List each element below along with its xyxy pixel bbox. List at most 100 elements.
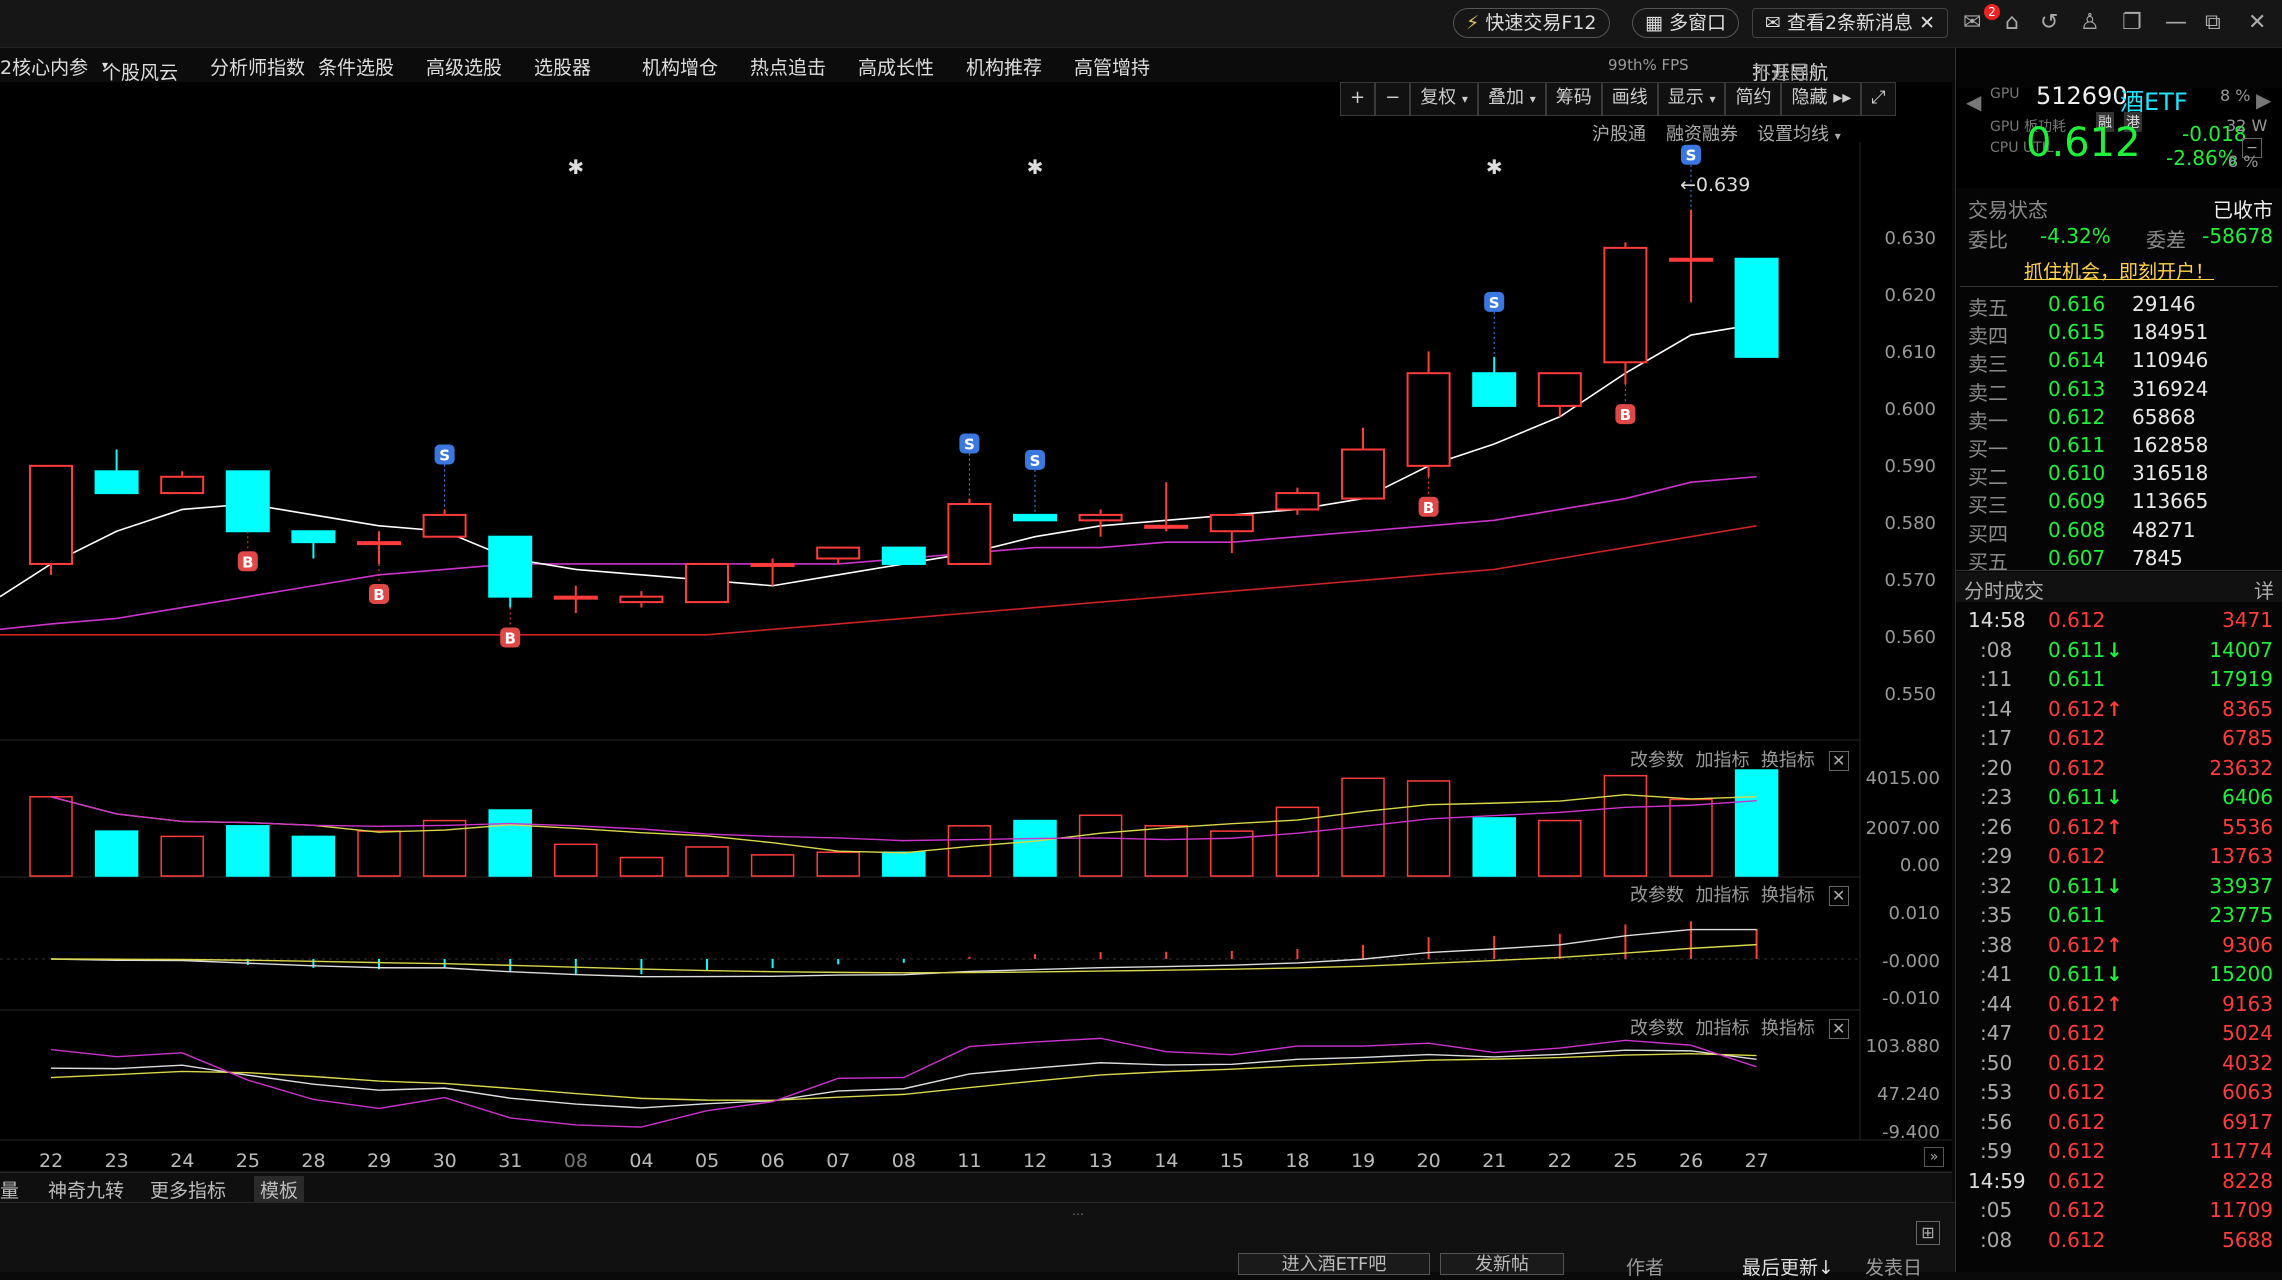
tick-volume: 9306 xyxy=(2222,932,2273,957)
edit-params-button[interactable]: 改参数 xyxy=(1630,750,1684,771)
messages-button[interactable]: ✉ 查看2条新消息 ✕ xyxy=(1752,8,1949,38)
ask-row[interactable]: 卖一 0.612 65868 xyxy=(1968,405,2273,434)
last-update-column-header[interactable]: 最后更新↓ xyxy=(1742,1253,1834,1280)
add-indicator-button[interactable]: 加指标 xyxy=(1695,750,1749,771)
candle-body xyxy=(1078,513,1123,522)
price-axis-label: 0.550 xyxy=(1884,684,1936,705)
home-icon[interactable]: ⌂ xyxy=(2005,10,2019,36)
add-indicator-button[interactable]: 加指标 xyxy=(1695,1018,1749,1039)
kdj-axis-label: 47.240 xyxy=(1877,1084,1940,1105)
add-indicator-button[interactable]: 加指标 xyxy=(1695,885,1749,906)
date-tick-label: 26 xyxy=(1679,1150,1704,1172)
tick-volume: 11774 xyxy=(2209,1139,2273,1163)
tab-template[interactable]: 模板 xyxy=(254,1176,305,1203)
candle-body xyxy=(291,530,336,544)
chart-area[interactable]: + − 复权 ▾ 叠加 ▾ 筹码 画线 显示 ▾ 简约 隐藏 ▸▸ ⤢ 沪股通 … xyxy=(0,82,1952,1172)
multi-window-button[interactable]: ▦ 多窗口 xyxy=(1632,8,1740,38)
volume-bar xyxy=(357,830,401,877)
tick-arrow-icon: ↓ xyxy=(2106,873,2123,898)
bid-row[interactable]: 买二 0.610 316518 xyxy=(1968,461,2273,490)
open-account-promo-link[interactable]: 抓住机会，即刻开户！ xyxy=(1956,257,2282,284)
ticks-detail-button[interactable]: 详 xyxy=(2254,575,2274,604)
book-price: 0.615 xyxy=(2048,320,2106,345)
candle-body xyxy=(160,475,205,495)
date-tick-label: 30 xyxy=(432,1150,457,1172)
close-icon[interactable]: ✕ xyxy=(1919,12,1935,34)
bid-row[interactable]: 买一 0.611 162858 xyxy=(1968,433,2273,462)
tab-volume[interactable]: 量 xyxy=(0,1176,19,1203)
shirt-icon[interactable]: ♙ xyxy=(2080,10,2100,36)
menu-item[interactable]: 分析师指数 xyxy=(210,53,305,80)
tick-price: 0.612 xyxy=(2048,991,2106,1016)
menu-item[interactable]: 热点追击 xyxy=(750,53,826,80)
close-panel-icon[interactable]: ✕ xyxy=(1828,886,1849,906)
close-panel-icon[interactable]: ✕ xyxy=(1828,751,1849,771)
bid-row[interactable]: 买四 0.608 48271 xyxy=(1968,518,2273,547)
ma5-line xyxy=(0,323,1757,598)
swap-indicator-button[interactable]: 换指标 xyxy=(1761,885,1815,906)
gpu-power-value: 32 W xyxy=(2226,116,2268,135)
ask-row[interactable]: 卖四 0.615 184951 xyxy=(1968,320,2273,349)
scroll-right-icon[interactable]: » xyxy=(1924,1147,1944,1167)
candle-body xyxy=(947,503,992,565)
book-level-label: 卖一 xyxy=(1968,408,2008,433)
expand-icon[interactable]: ⊞ xyxy=(1916,1221,1940,1245)
book-price: 0.613 xyxy=(2048,376,2106,401)
edit-params-button[interactable]: 改参数 xyxy=(1630,885,1684,906)
tick-arrow-icon: ↑ xyxy=(2106,932,2123,957)
tick-volume: 4032 xyxy=(2222,1050,2273,1075)
menu-item[interactable]: 2核心内参 xyxy=(0,53,88,80)
resize-handle-icon[interactable]: ⋯ xyxy=(1072,1207,1084,1221)
grid-icon: ▦ xyxy=(1645,12,1663,34)
tick-time: :08 xyxy=(1980,1227,2013,1252)
bid-row[interactable]: 买三 0.609 113665 xyxy=(1968,489,2273,518)
date-tick-label: 27 xyxy=(1744,1150,1769,1172)
post-date-column-header[interactable]: 发表日 xyxy=(1865,1253,1922,1280)
star-marker-icon: ✱ xyxy=(567,155,584,179)
close-panel-icon[interactable]: ✕ xyxy=(1828,1019,1849,1039)
tick-row: 14:59 0.612 8228 xyxy=(1968,1169,2273,1198)
author-column-header[interactable]: 作者 xyxy=(1626,1253,1664,1280)
menu-item[interactable]: 高管增持 xyxy=(1074,53,1150,80)
book-level-label: 卖四 xyxy=(1968,324,2008,349)
menu-item[interactable]: 选股器 xyxy=(534,53,591,80)
book-price: 0.611 xyxy=(2048,433,2106,457)
menu-item[interactable]: 机构推荐 xyxy=(966,53,1042,80)
undo-icon[interactable]: ↺ xyxy=(2040,10,2058,36)
ask-row[interactable]: 卖三 0.614 110946 xyxy=(1968,348,2273,377)
next-stock-icon[interactable]: ▶ xyxy=(2256,88,2271,112)
menu-item[interactable]: 机构增仓 xyxy=(642,53,718,80)
volume-axis-label: 2007.00 xyxy=(1865,818,1940,839)
trade-status-value: 已收市 xyxy=(2213,198,2273,222)
swap-indicator-button[interactable]: 换指标 xyxy=(1761,750,1815,771)
menu-item[interactable]: 高成长性 xyxy=(858,53,934,80)
minimize-icon[interactable]: — xyxy=(2165,10,2187,36)
swap-indicator-button[interactable]: 换指标 xyxy=(1761,1018,1815,1039)
tick-price: 0.612 xyxy=(2048,1198,2106,1222)
window-icon[interactable]: ❐ xyxy=(2122,10,2142,36)
tab-magic-nine[interactable]: 神奇九转 xyxy=(48,1176,124,1203)
close-window-icon[interactable]: ✕ xyxy=(2248,10,2266,36)
book-price: 0.608 xyxy=(2048,517,2106,542)
tick-row: :20 0.612 23632 xyxy=(1968,756,2273,785)
ask-row[interactable]: 卖五 0.616 29146 xyxy=(1968,292,2273,321)
tick-price: 0.611 xyxy=(2048,785,2106,809)
restore-icon[interactable]: ⧉ xyxy=(2205,10,2221,36)
menu-item[interactable]: 条件选股 xyxy=(318,53,394,80)
volume-bar xyxy=(554,843,598,877)
ask-row[interactable]: 卖二 0.613 316924 xyxy=(1968,377,2273,406)
edit-params-button[interactable]: 改参数 xyxy=(1630,1018,1684,1039)
quick-trade-button[interactable]: ⚡ 快速交易F12 xyxy=(1453,8,1610,38)
book-level-label: 买四 xyxy=(1968,521,2008,546)
tab-more-indicators[interactable]: 更多指标 xyxy=(150,1176,226,1203)
sell-signal-letter: S xyxy=(439,446,450,464)
book-level-label: 买二 xyxy=(1968,465,2008,490)
quote-header: ◀ GPU 512690 酒ETF 8 % ▶ 融 港 GPU 板功耗 CPU … xyxy=(1956,82,2282,188)
mail-icon[interactable]: ✉ xyxy=(1963,10,1981,36)
kline-chart[interactable]: B B B B B S S S S S ✱ ✱ ✱ ←0.639 xyxy=(0,82,1952,1172)
prev-stock-icon[interactable]: ◀ xyxy=(1966,90,1981,114)
tick-price: 0.612 xyxy=(2048,1080,2106,1104)
menu-item[interactable]: 高级选股 xyxy=(426,53,502,80)
date-tick-label: 14 xyxy=(1154,1150,1179,1172)
price-axis-label: 0.560 xyxy=(1884,627,1936,648)
